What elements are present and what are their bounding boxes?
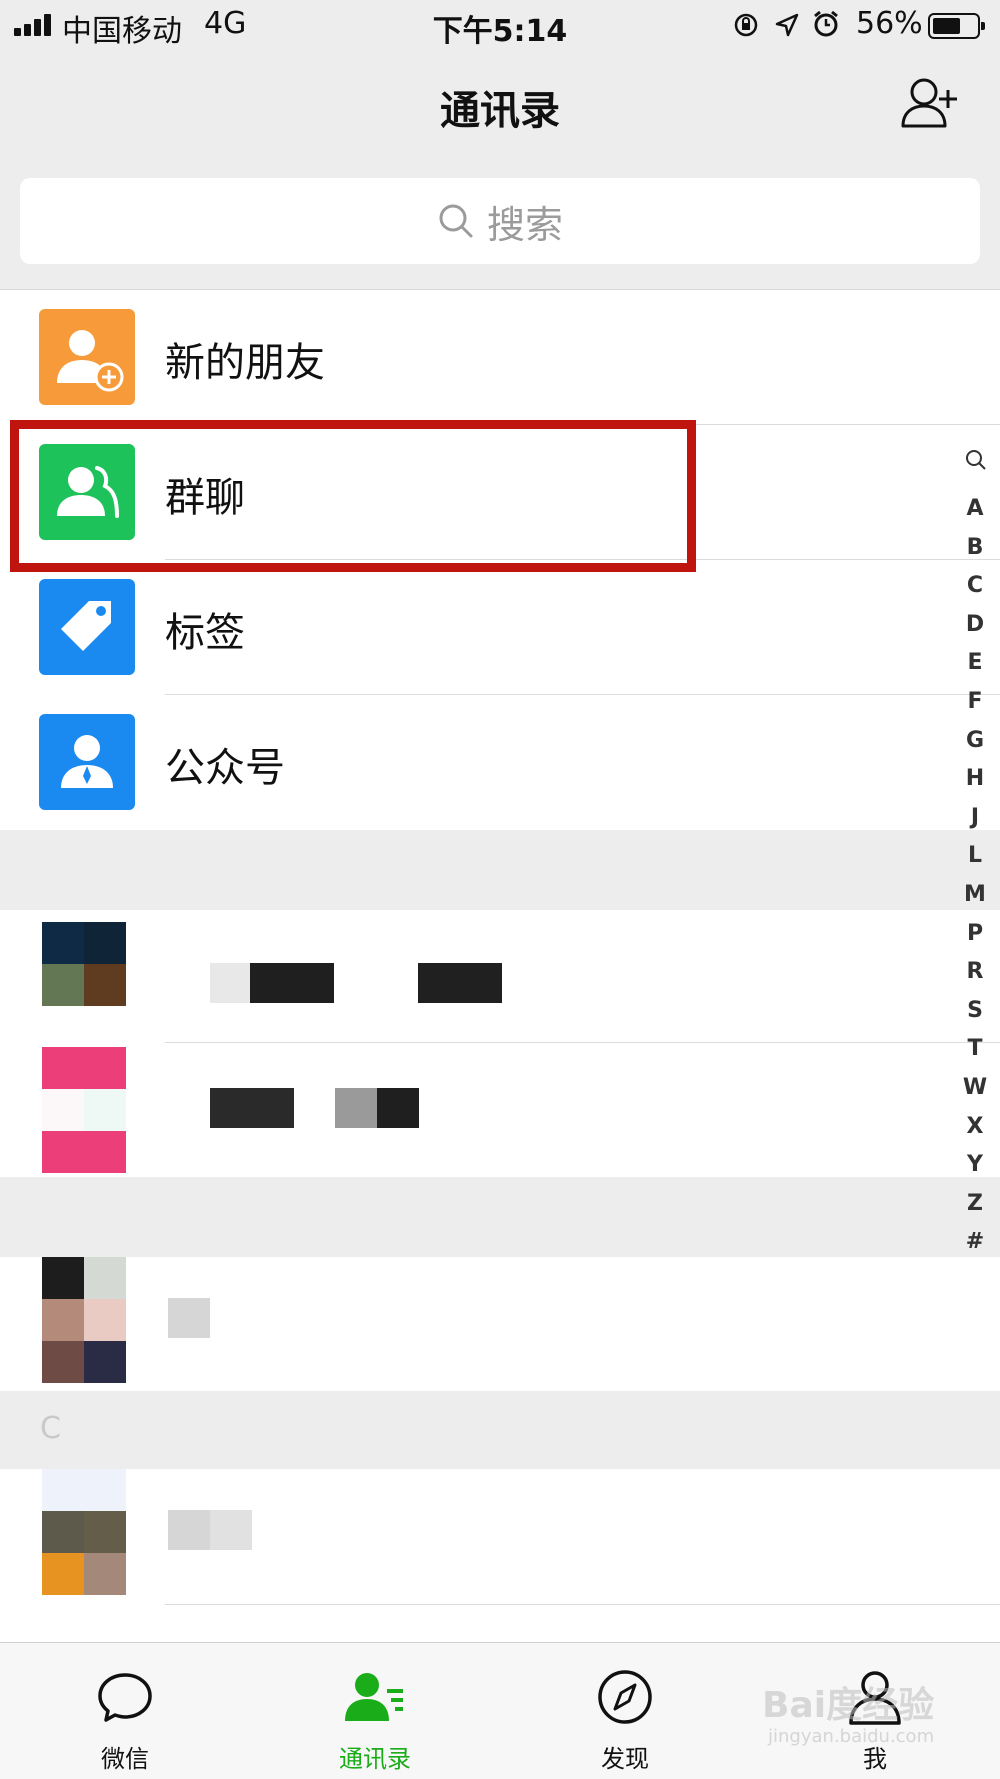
tab-label: 通讯录 [339, 1745, 411, 1773]
section-header: C [0, 1391, 1000, 1469]
avatar [42, 1257, 126, 1383]
contact-row[interactable] [0, 1469, 1000, 1605]
index-letter[interactable]: F [950, 689, 1000, 728]
index-letter[interactable]: Z [950, 1191, 1000, 1230]
official-account-icon [39, 714, 135, 810]
index-letter[interactable]: C [950, 573, 1000, 612]
index-letter[interactable]: D [950, 612, 1000, 651]
list-item-tags[interactable]: 标签 [0, 560, 1000, 695]
new-friend-icon [39, 309, 135, 405]
status-bar: 中国移动 4G 下午5:14 56% [0, 0, 1000, 50]
contact-row[interactable] [0, 1043, 1000, 1177]
index-letter[interactable]: P [950, 921, 1000, 960]
tag-icon [39, 579, 135, 675]
contact-row[interactable] [0, 1257, 1000, 1391]
list-item-label: 标签 [165, 610, 245, 656]
redacted-name [210, 1088, 294, 1128]
watermark: Bai度经验 [762, 1685, 935, 1726]
redacted-name [335, 1088, 377, 1128]
redacted-name [377, 1088, 419, 1128]
alphabet-index[interactable]: A B C D E F G H J L M P R S T W X Y Z # [950, 450, 1000, 1268]
alarm-icon [814, 10, 838, 37]
contacts-icon [345, 1673, 403, 1721]
battery-percent: 56% [856, 6, 923, 41]
add-contact-icon[interactable] [900, 76, 960, 130]
redacted-name [168, 1298, 210, 1338]
battery-icon [928, 13, 985, 39]
index-letter[interactable]: T [950, 1036, 1000, 1075]
index-search-icon[interactable] [964, 448, 988, 472]
section-header [0, 1177, 1000, 1257]
list-item-new-friends[interactable]: 新的朋友 [0, 290, 1000, 425]
location-arrow-icon [775, 13, 799, 37]
section-letter: C [40, 1411, 61, 1446]
index-letter[interactable]: X [950, 1114, 1000, 1153]
search-icon [439, 204, 473, 238]
contact-row[interactable] [0, 910, 1000, 1043]
avatar [42, 1047, 126, 1173]
section-header [0, 830, 1000, 910]
status-time: 下午5:14 [432, 14, 568, 49]
page-title: 通讯录 [440, 88, 560, 134]
index-letter[interactable]: E [950, 650, 1000, 689]
tab-label: 微信 [101, 1745, 149, 1773]
index-letter[interactable]: A [950, 496, 1000, 535]
avatar [42, 922, 126, 1048]
index-letter[interactable]: W [950, 1075, 1000, 1114]
list-item-official-accounts[interactable]: 公众号 [0, 695, 1000, 830]
redacted-name [210, 1510, 252, 1550]
avatar [42, 1469, 126, 1595]
tab-contacts[interactable]: 通讯录 [250, 1643, 500, 1779]
redacted-name [210, 963, 250, 1003]
index-letter[interactable]: M [950, 882, 1000, 921]
compass-icon [598, 1670, 652, 1724]
contact-row[interactable] [0, 1605, 1000, 1642]
index-letter[interactable]: Y [950, 1152, 1000, 1191]
list-item-label: 新的朋友 [165, 340, 325, 386]
tab-discover[interactable]: 发现 [500, 1643, 750, 1779]
highlight-annotation [10, 420, 696, 572]
index-letter[interactable]: L [950, 843, 1000, 882]
list-item-label: 公众号 [165, 745, 285, 791]
index-letter[interactable]: # [950, 1229, 1000, 1268]
redacted-name [418, 963, 502, 1003]
chat-bubble-icon [98, 1673, 152, 1722]
redacted-name [250, 963, 334, 1003]
rotation-lock-icon [734, 13, 758, 37]
index-letter[interactable]: B [950, 535, 1000, 574]
redacted-name [168, 1510, 210, 1550]
tab-label: 发现 [601, 1745, 649, 1773]
index-letter[interactable]: H [950, 766, 1000, 805]
tab-chats[interactable]: 微信 [0, 1643, 250, 1779]
index-letter[interactable]: G [950, 728, 1000, 767]
index-letter[interactable]: J [950, 805, 1000, 844]
watermark-url: jingyan.baidu.com [768, 1726, 935, 1747]
search-placeholder: 搜索 [486, 202, 563, 247]
index-letter[interactable]: R [950, 959, 1000, 998]
search-bar[interactable]: 搜索 [20, 178, 980, 264]
index-letter[interactable]: S [950, 998, 1000, 1037]
